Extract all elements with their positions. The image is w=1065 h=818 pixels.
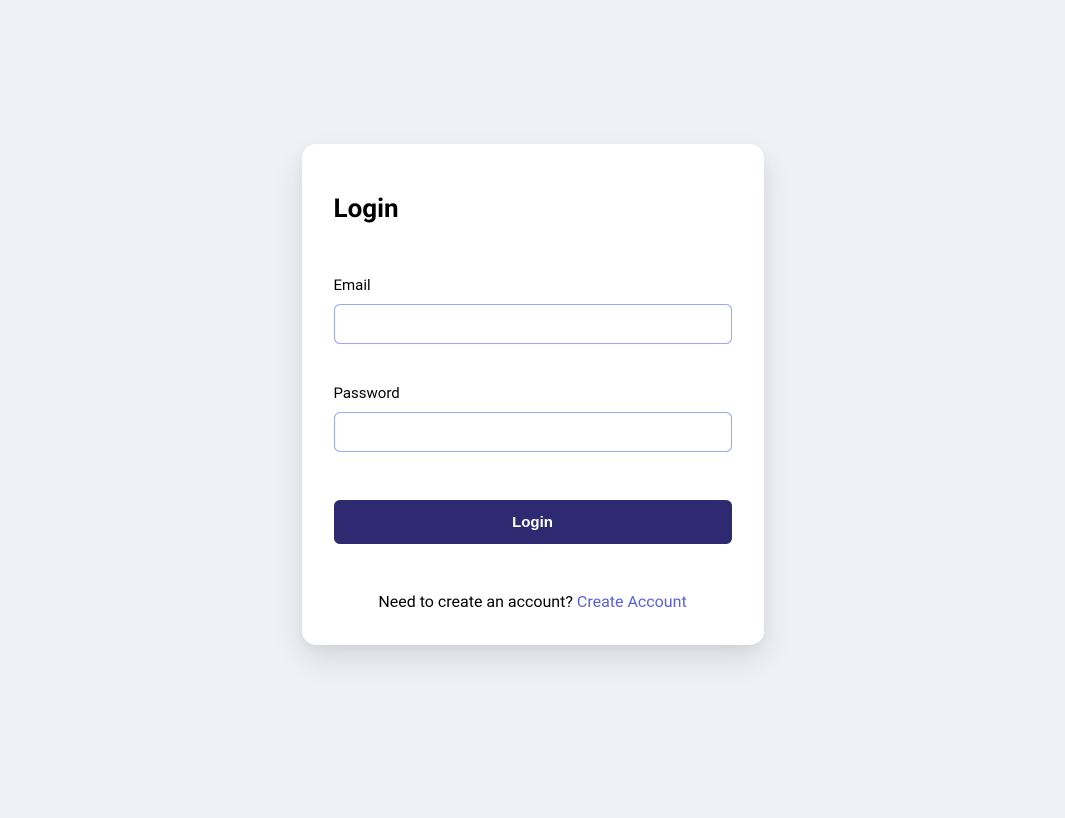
email-field[interactable] xyxy=(334,304,732,344)
login-card: Login Email Password Login Need to creat… xyxy=(302,144,764,645)
email-label: Email xyxy=(334,276,732,294)
login-form: Email Password Login xyxy=(334,276,732,544)
create-account-link[interactable]: Create Account xyxy=(577,592,687,611)
password-group: Password xyxy=(334,384,732,452)
footer-prompt-text: Need to create an account? xyxy=(378,592,577,611)
create-account-prompt: Need to create an account? Create Accoun… xyxy=(334,592,732,611)
login-button[interactable]: Login xyxy=(334,500,732,544)
password-field[interactable] xyxy=(334,412,732,452)
email-group: Email xyxy=(334,276,732,344)
password-label: Password xyxy=(334,384,732,402)
login-title: Login xyxy=(334,194,732,224)
